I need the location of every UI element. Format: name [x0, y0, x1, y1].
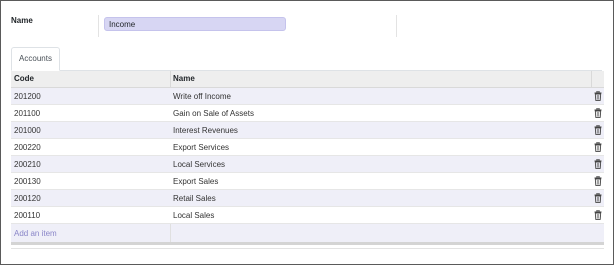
- trash-icon[interactable]: [594, 107, 602, 118]
- row-code: 200130: [14, 177, 41, 186]
- table-row[interactable]: 201100 Gain on Sale of Assets: [11, 105, 604, 122]
- name-field-divider-right: [396, 15, 397, 37]
- row-code: 200210: [14, 160, 41, 169]
- name-field-label: Name: [11, 16, 33, 25]
- trash-icon[interactable]: [594, 141, 602, 152]
- form-frame: Name Accounts Code Name 201200 Write off …: [0, 0, 614, 265]
- name-input[interactable]: [104, 17, 286, 31]
- row-name: Export Services: [173, 143, 230, 152]
- column-divider: [170, 224, 171, 242]
- column-header-code[interactable]: Code: [14, 74, 34, 83]
- row-code: 200220: [14, 143, 41, 152]
- accounts-table: Code Name 201200 Write off Income 201100 Ga…: [11, 71, 604, 245]
- table-body: 201200 Write off Income 201100 Gain on Sale…: [11, 88, 604, 224]
- trash-icon[interactable]: [594, 90, 602, 101]
- row-name: Export Sales: [173, 177, 219, 186]
- row-name: Gain on Sale of Assets: [173, 109, 254, 118]
- table-row[interactable]: 200130 Export Sales: [11, 173, 604, 190]
- table-row[interactable]: 201200 Write off Income: [11, 88, 604, 105]
- row-name: Local Services: [173, 160, 226, 169]
- row-name: Interest Revenues: [173, 126, 238, 135]
- row-name: Local Sales: [173, 211, 215, 220]
- add-item-link[interactable]: Add an item: [14, 229, 57, 238]
- row-code: 200120: [14, 194, 41, 203]
- row-name: Retail Sales: [173, 194, 216, 203]
- row-code: 200110: [14, 211, 41, 220]
- row-code: 201100: [14, 109, 41, 118]
- row-code: 201000: [14, 126, 41, 135]
- trash-icon[interactable]: [594, 124, 602, 135]
- footer-divider: [11, 248, 604, 249]
- row-name: Write off Income: [173, 92, 231, 101]
- table-row[interactable]: 200120 Retail Sales: [11, 190, 604, 207]
- row-code: 201200: [14, 92, 41, 101]
- table-header: Code Name: [11, 71, 604, 88]
- column-divider: [591, 71, 592, 87]
- tab-accounts[interactable]: Accounts: [11, 47, 60, 71]
- trash-icon[interactable]: [594, 158, 602, 169]
- add-item-row: Add an item: [11, 224, 604, 245]
- trash-icon[interactable]: [594, 192, 602, 203]
- name-field-divider-left: [98, 15, 99, 37]
- trash-icon[interactable]: [594, 175, 602, 186]
- table-row[interactable]: 200210 Local Services: [11, 156, 604, 173]
- column-header-name[interactable]: Name: [173, 74, 195, 83]
- table-row[interactable]: 200220 Export Services: [11, 139, 604, 156]
- column-divider: [170, 71, 171, 87]
- trash-icon[interactable]: [594, 209, 602, 220]
- table-row[interactable]: 200110 Local Sales: [11, 207, 604, 224]
- table-row[interactable]: 201000 Interest Revenues: [11, 122, 604, 139]
